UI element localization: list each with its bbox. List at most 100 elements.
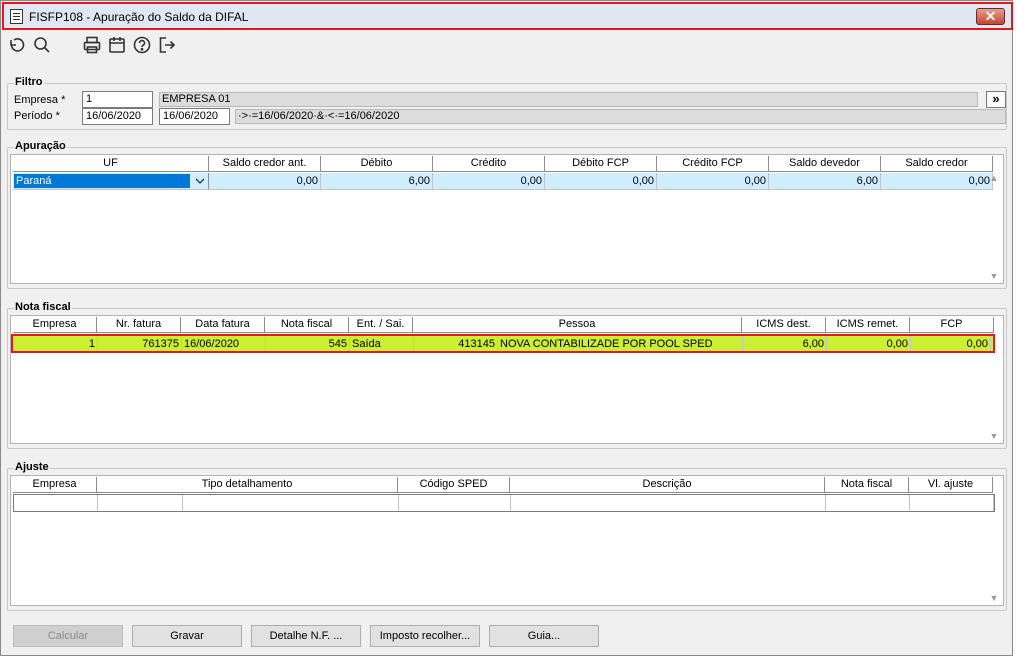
col-tipo-detalhamento[interactable]: Tipo detalhamento xyxy=(97,477,398,493)
col-saldo-devedor[interactable]: Saldo devedor xyxy=(769,156,881,172)
col-empresa[interactable]: Empresa xyxy=(13,477,97,493)
empresa-input[interactable]: 1 xyxy=(82,91,153,108)
ajuste-label: Ajuste xyxy=(14,461,50,473)
periodo-end-input[interactable]: 16/06/2020 xyxy=(159,108,230,125)
chevron-down-icon xyxy=(195,178,205,184)
periodo-label: Período * xyxy=(14,110,60,122)
help-button[interactable] xyxy=(132,35,154,57)
empresa-name-field: EMPRESA 01 xyxy=(159,92,978,107)
cell-credito: 0,00 xyxy=(433,173,545,189)
col-codigo-sped[interactable]: Código SPED xyxy=(398,477,510,493)
exit-button[interactable] xyxy=(157,35,179,57)
cell-fcp: 0,00 xyxy=(911,336,991,351)
col-saldo-credor[interactable]: Saldo credor xyxy=(881,156,993,172)
col-credito[interactable]: Crédito xyxy=(433,156,545,172)
cell-icms-remet: 0,00 xyxy=(827,336,911,351)
cell-empresa[interactable] xyxy=(14,495,98,511)
col-data-fatura[interactable]: Data fatura xyxy=(181,317,265,333)
col-empresa[interactable]: Empresa xyxy=(13,317,97,333)
cell-tipo-detalhamento[interactable] xyxy=(183,495,399,511)
close-button[interactable]: ✕ xyxy=(976,8,1005,25)
title-bar: FISFP108 - Apuração do Saldo da DIFAL ✕ xyxy=(2,2,1013,30)
main-window: FISFP108 - Apuração do Saldo da DIFAL ✕ … xyxy=(0,0,1013,656)
help-icon xyxy=(133,36,151,54)
exit-icon xyxy=(159,37,176,53)
search-icon xyxy=(34,37,50,53)
nota-fiscal-grid: Empresa Nr. fatura Data fatura Nota fisc… xyxy=(10,315,1004,444)
scroll-down-arrow[interactable]: ▼ xyxy=(987,593,1001,603)
cell-codigo-sped[interactable] xyxy=(399,495,511,511)
cell-data-fatura: 16/06/2020 xyxy=(182,336,266,351)
col-debito[interactable]: Débito xyxy=(321,156,433,172)
gravar-button[interactable]: Gravar xyxy=(132,625,242,647)
guia-button[interactable]: Guia... xyxy=(489,625,599,647)
empresa-lookup-button[interactable]: » xyxy=(986,91,1006,108)
search-button[interactable] xyxy=(32,35,54,57)
cell-credito-fcp: 0,00 xyxy=(657,173,769,189)
col-debito-fcp[interactable]: Débito FCP xyxy=(545,156,657,172)
col-nota-fiscal[interactable]: Nota fiscal xyxy=(265,317,349,333)
print-icon xyxy=(83,36,101,54)
detalhe-nf-button[interactable]: Detalhe N.F. ... xyxy=(251,625,361,647)
cell-icms-dest: 6,00 xyxy=(743,336,827,351)
scroll-down-arrow[interactable]: ▼ xyxy=(987,431,1001,441)
window-title: FISFP108 - Apuração do Saldo da DIFAL xyxy=(29,10,249,24)
toolbar xyxy=(1,31,1012,61)
cell-pessoa-code: 413145 xyxy=(414,336,498,351)
print-button[interactable] xyxy=(82,35,104,57)
filtro-group: Filtro Empresa * 1 EMPRESA 01 » Período … xyxy=(7,76,1007,130)
col-pessoa[interactable]: Pessoa xyxy=(413,317,742,333)
table-row[interactable]: 1 761375 16/06/2020 545 Saída 413145 NOV… xyxy=(11,334,995,353)
imposto-recolher-button[interactable]: Imposto recolher... xyxy=(370,625,480,647)
col-icms-remet[interactable]: ICMS remet. xyxy=(826,317,910,333)
col-descricao[interactable]: Descrição xyxy=(510,477,825,493)
col-fcp[interactable]: FCP xyxy=(910,317,994,333)
undo-button[interactable] xyxy=(7,35,29,57)
cell-nota-fiscal[interactable] xyxy=(826,495,910,511)
col-ent-sai[interactable]: Ent. / Sai. xyxy=(349,317,413,333)
uf-selected-value: Paraná xyxy=(14,174,190,188)
empresa-label: Empresa * xyxy=(14,94,66,106)
uf-select[interactable]: Paraná xyxy=(13,173,209,189)
cell-descricao[interactable] xyxy=(511,495,826,511)
col-saldo-credor-ant[interactable]: Saldo credor ant. xyxy=(209,156,321,172)
ajuste-header: Empresa Tipo detalhamento Código SPED De… xyxy=(13,477,993,493)
col-nota-fiscal[interactable]: Nota fiscal xyxy=(825,477,909,493)
cell-ent-sai: Saída xyxy=(350,336,414,351)
ajuste-group: Ajuste Empresa Tipo detalhamento Código … xyxy=(7,461,1007,611)
cell-saldo-devedor: 6,00 xyxy=(769,173,881,189)
cell-tipo-code[interactable] xyxy=(98,495,183,511)
apuracao-grid: UF Saldo credor ant. Débito Crédito Débi… xyxy=(10,154,1004,284)
cell-debito: 6,00 xyxy=(321,173,433,189)
cell-nota-fiscal: 545 xyxy=(266,336,350,351)
ajuste-grid: Empresa Tipo detalhamento Código SPED De… xyxy=(10,475,1004,606)
calendar-button[interactable] xyxy=(107,35,129,57)
nota-fiscal-header: Empresa Nr. fatura Data fatura Nota fisc… xyxy=(13,317,994,333)
cell-pessoa-name: NOVA CONTABILIZADE POR POOL SPED xyxy=(498,336,743,351)
table-row[interactable] xyxy=(13,494,995,512)
cell-nr-fatura: 761375 xyxy=(98,336,182,351)
col-uf[interactable]: UF xyxy=(13,156,209,172)
nota-fiscal-group: Nota fiscal Empresa Nr. fatura Data fatu… xyxy=(7,301,1007,449)
cell-empresa: 1 xyxy=(14,336,98,351)
apuracao-label: Apuração xyxy=(14,140,67,152)
scroll-down-arrow[interactable]: ▼ xyxy=(987,271,1001,281)
cell-saldo-credor: 0,00 xyxy=(881,173,993,189)
col-vl-ajuste[interactable]: Vl. ajuste xyxy=(909,477,993,493)
col-credito-fcp[interactable]: Crédito FCP xyxy=(657,156,769,172)
apuracao-header: UF Saldo credor ant. Débito Crédito Débi… xyxy=(13,156,993,172)
col-icms-dest[interactable]: ICMS dest. xyxy=(742,317,826,333)
periodo-start-input[interactable]: 16/06/2020 xyxy=(82,108,153,125)
table-row[interactable]: Paraná 0,00 6,00 0,00 0,00 0,00 6,00 0,0… xyxy=(13,173,993,190)
periodo-expression-field: ·>·=16/06/2020·&·<·=16/06/2020 xyxy=(235,109,1006,124)
undo-icon xyxy=(10,38,25,52)
cell-debito-fcp: 0,00 xyxy=(545,173,657,189)
cell-vl-ajuste[interactable] xyxy=(910,495,994,511)
apuracao-group: Apuração UF Saldo credor ant. Débito Cré… xyxy=(7,140,1007,289)
scroll-up-arrow[interactable]: ▲ xyxy=(987,173,1001,183)
calendar-icon xyxy=(109,37,125,53)
col-nr-fatura[interactable]: Nr. fatura xyxy=(97,317,181,333)
calcular-button[interactable]: Calcular xyxy=(13,625,123,647)
filtro-label: Filtro xyxy=(14,76,44,88)
nota-fiscal-label: Nota fiscal xyxy=(14,301,72,313)
